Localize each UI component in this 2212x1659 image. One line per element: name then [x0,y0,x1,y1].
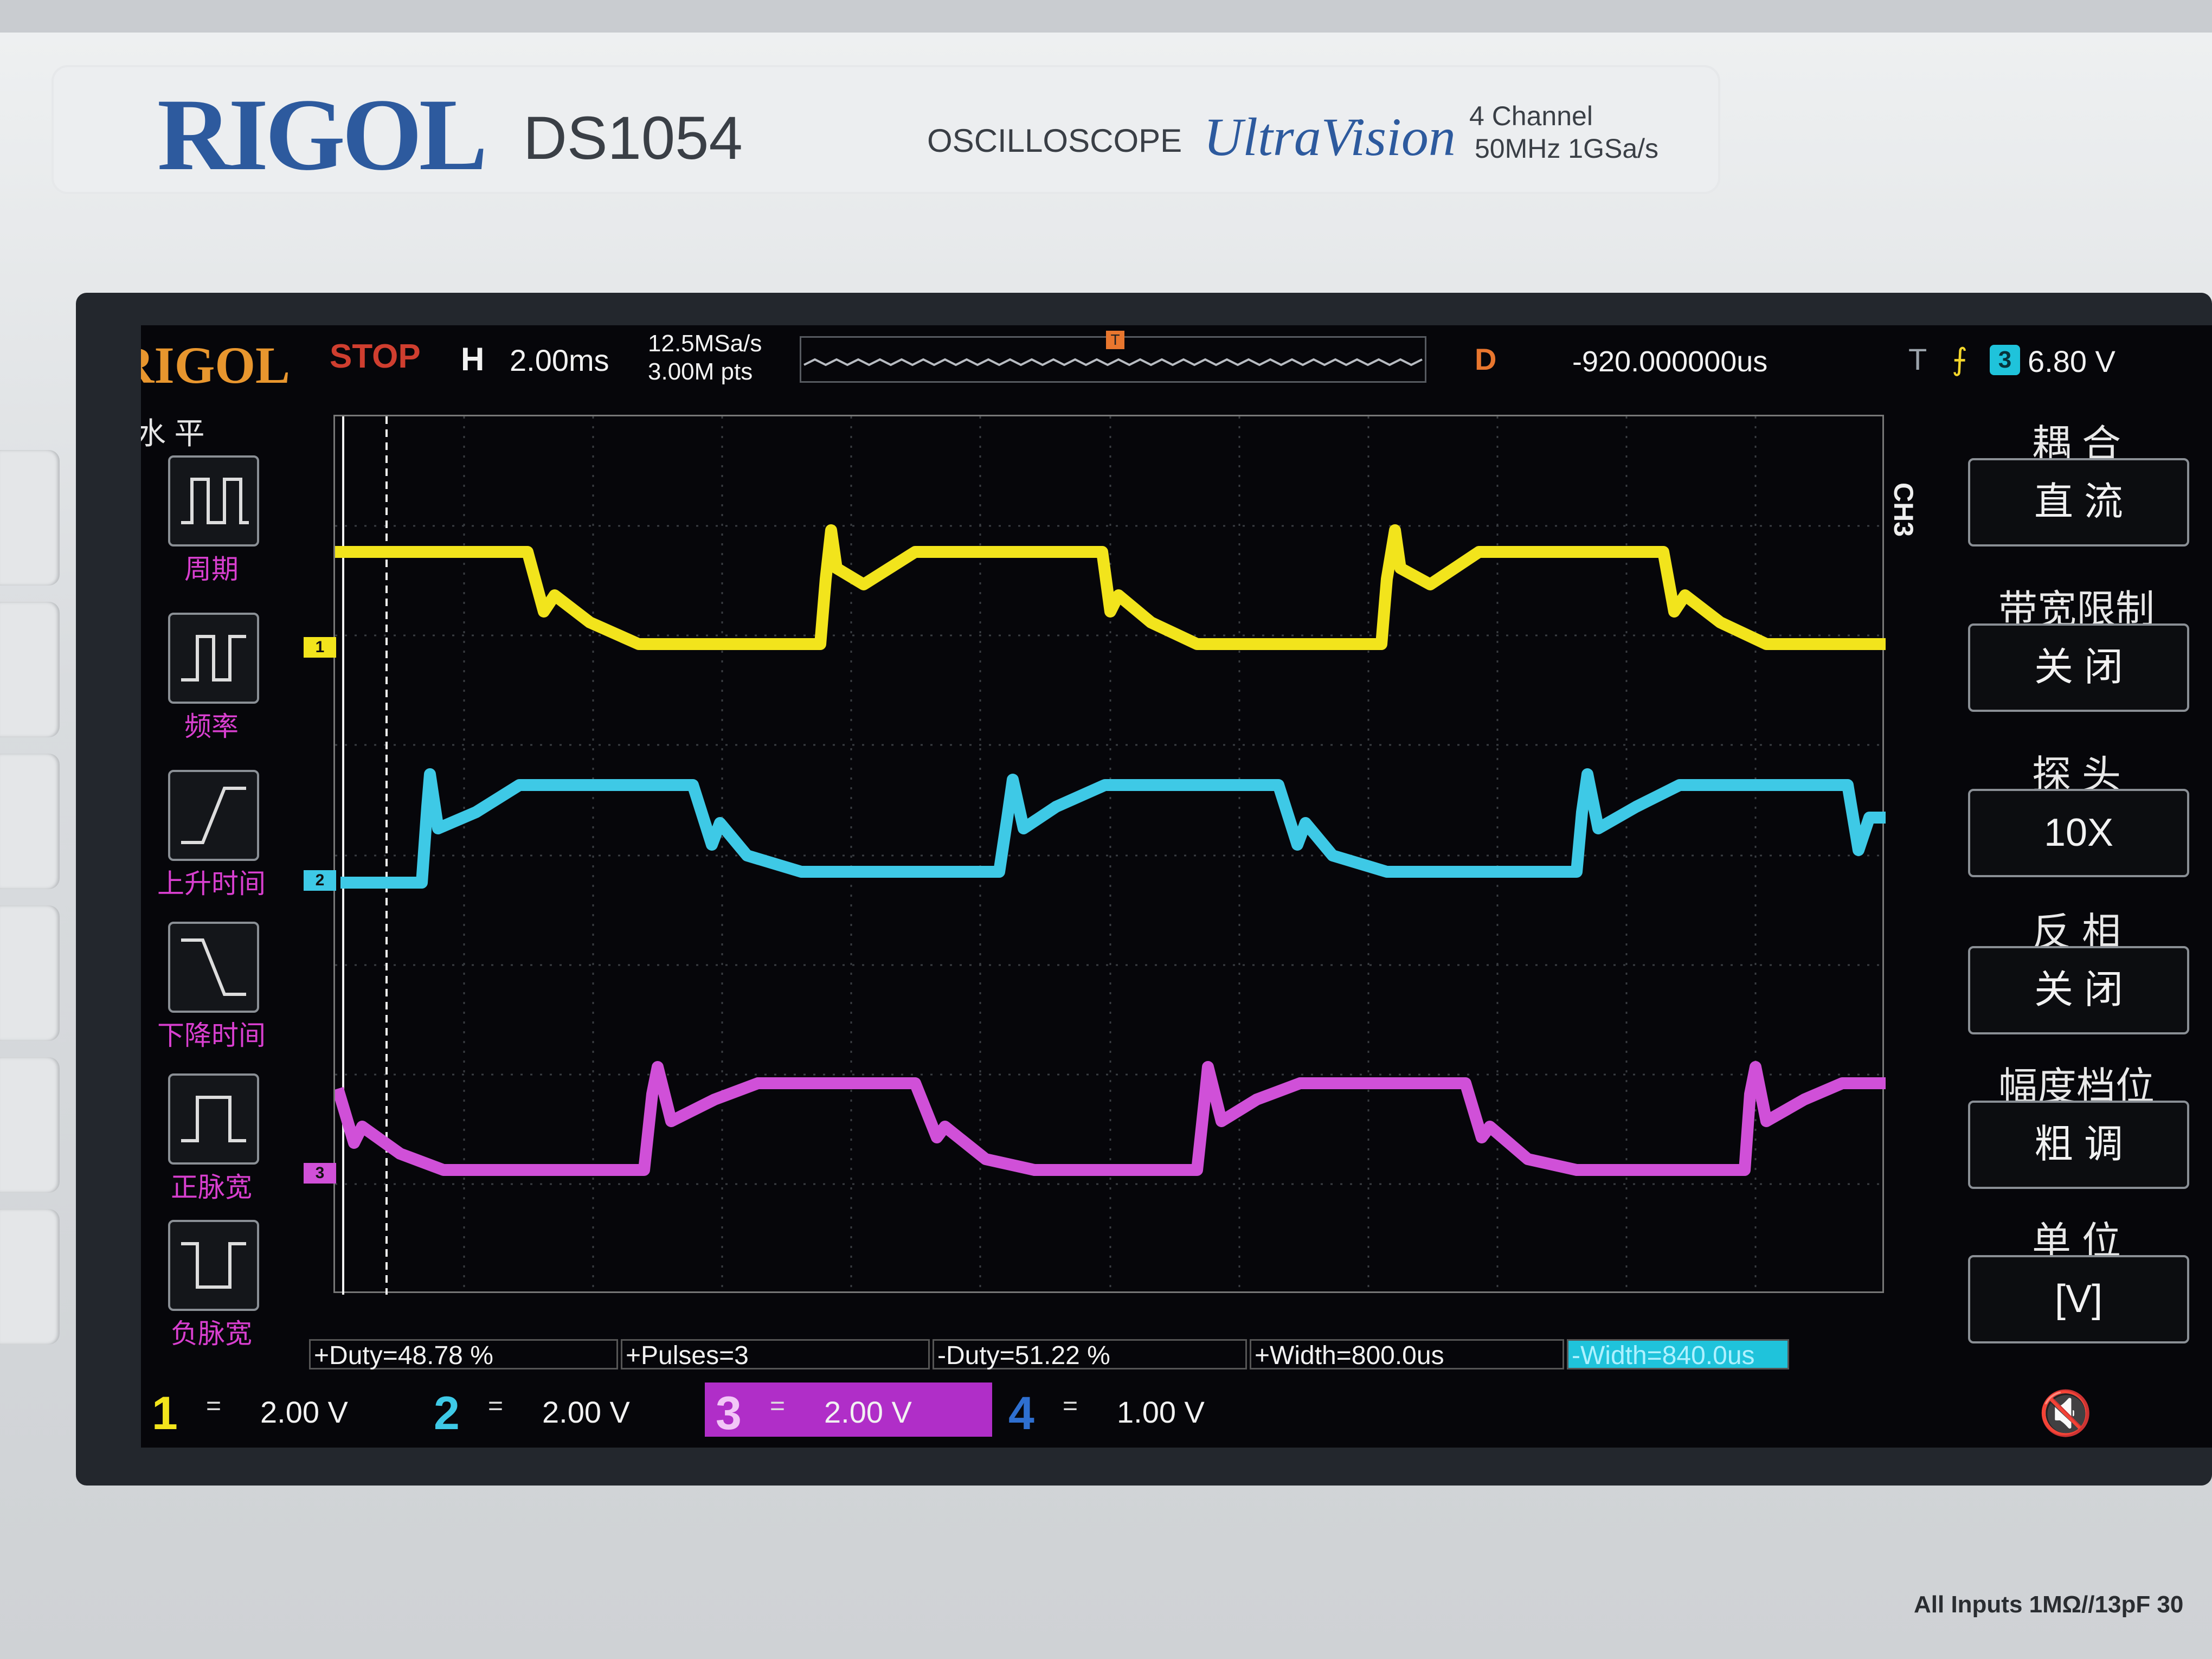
device-type-label: OSCILLOSCOPE [927,123,1182,159]
scope-screen: RIGOL STOP H 2.00ms 12.5MSa/s 3.00M pts … [141,325,2212,1448]
spec-label: 50MHz 1GSa/s [1475,133,1659,164]
ch1-number: 1 [152,1387,178,1439]
ch1-trace [335,524,1886,650]
status-bar: RIGOL STOP H 2.00ms 12.5MSa/s 3.00M pts … [141,325,2212,396]
ch3-scale: 2.00 V [824,1395,912,1429]
brand-logo: RIGOL [157,78,487,192]
ch2-offset-marker[interactable]: 2 [304,870,336,891]
menu-item-label: 上升时间 [157,869,266,899]
trigger-level: 6.80 V [2028,344,2115,378]
menu-item-period[interactable]: 周期 [152,455,276,607]
delay-value: -920.000000us [1572,345,1768,378]
ch3-status[interactable]: 3 = 2.00 V [705,1382,992,1439]
menu-item-rise-time[interactable]: 上升时间 [152,770,276,922]
measurement-neg-width: -Width=840.0us [1567,1339,1789,1370]
ch3-trace [335,1061,1886,1176]
ch2-coupling: = [488,1392,504,1420]
menu-item-label: 负脉宽 [171,1319,252,1349]
softkey-5[interactable] [0,1057,60,1193]
menu-channel-label: CH3 [1888,483,1919,537]
unit-button[interactable]: [V] [1968,1255,2189,1343]
screen-logo: RIGOL [141,336,291,394]
channel-count-label: 4 Channel [1469,101,1593,131]
ch4-number: 4 [1008,1387,1034,1439]
ch3-offset-marker[interactable]: 3 [304,1163,336,1184]
waveform-svg [335,416,1886,1295]
input-spec-label: All Inputs 1MΩ//13pF 30 [1914,1591,2184,1618]
negative-pulse-width-icon [168,1220,259,1311]
sample-info: 12.5MSa/s 3.00M pts [648,330,762,386]
ch4-coupling: = [1063,1392,1078,1420]
ch1-scale: 2.00 V [260,1395,348,1429]
invert-button[interactable]: 关 闭 [1968,946,2189,1034]
measurement-pos-duty: +Duty=48.78 % [309,1339,618,1370]
menu-item-label: 频率 [184,711,239,742]
ch1-status[interactable]: 1 = 2.00 V [141,1382,417,1439]
ch3-coupling: = [770,1392,786,1420]
measurement-neg-duty: -Duty=51.22 % [933,1339,1247,1370]
probe-button[interactable]: 10X [1968,789,2189,877]
fall-time-icon [168,922,259,1013]
menu-item-label: 周期 [184,554,239,584]
softkey-4[interactable] [0,905,60,1041]
delay-label: D [1475,342,1497,376]
measurement-pos-width: +Width=800.0us [1250,1339,1564,1370]
horizontal-menu-title: 水 平 [141,416,205,451]
positive-pulse-width-icon [168,1073,259,1165]
speaker-mute-icon[interactable]: 🔇 [2039,1388,2093,1439]
trigger-position-marker: T [1106,331,1124,349]
rise-time-icon [168,770,259,861]
ch1-offset-marker[interactable]: 1 [304,637,336,658]
waveform-grid [333,415,1886,1295]
menu-item-frequency[interactable]: 频率 [152,613,276,764]
softkey-3[interactable] [0,754,60,889]
timebase-value: 2.00ms [510,343,609,377]
softkey-1[interactable] [0,450,60,586]
menu-item-fall-time[interactable]: 下降时间 [152,922,276,1073]
model-label: DS1054 [523,104,743,172]
run-stop-indicator[interactable]: STOP [330,337,421,376]
trigger-label: T [1908,342,1927,376]
rising-edge-icon: ⨍ [1952,342,1968,376]
ch4-scale: 1.00 V [1117,1395,1205,1429]
ch2-scale: 2.00 V [542,1395,630,1429]
ch2-status[interactable]: 2 = 2.00 V [423,1382,699,1439]
softkey-6[interactable] [0,1209,60,1345]
menu-item-positive-pulse-width[interactable]: 正脉宽 [152,1073,276,1225]
bandwidth-limit-button[interactable]: 关 闭 [1968,623,2189,712]
menu-item-label: 正脉宽 [171,1172,252,1203]
ch1-coupling: = [206,1392,222,1420]
ch2-number: 2 [434,1387,460,1439]
memory-depth: 3.00M pts [648,358,753,385]
sample-rate: 12.5MSa/s [648,330,762,357]
horizontal-label: H [461,341,485,377]
menu-item-label: 下降时间 [157,1020,266,1051]
period-icon [168,455,259,546]
frequency-icon [168,613,259,704]
ch3-number: 3 [716,1387,742,1439]
series-logo: UltraVision [1204,107,1456,167]
softkey-2[interactable] [0,602,60,737]
volts-div-button[interactable]: 粗 调 [1968,1101,2189,1189]
ch2-trace [340,768,1886,889]
trigger-source-badge: 3 [1990,345,2020,375]
coupling-button[interactable]: 直 流 [1968,458,2189,546]
ch4-status[interactable]: 4 = 1.00 V [998,1382,1274,1439]
channel-bar: 1 = 2.00 V 2 = 2.00 V 3 = 2.00 V 4 = 1.0… [141,1382,2212,1439]
menu-item-negative-pulse-width[interactable]: 负脉宽 [152,1220,276,1372]
measurement-pos-pulses: +Pulses=3 [621,1339,930,1370]
